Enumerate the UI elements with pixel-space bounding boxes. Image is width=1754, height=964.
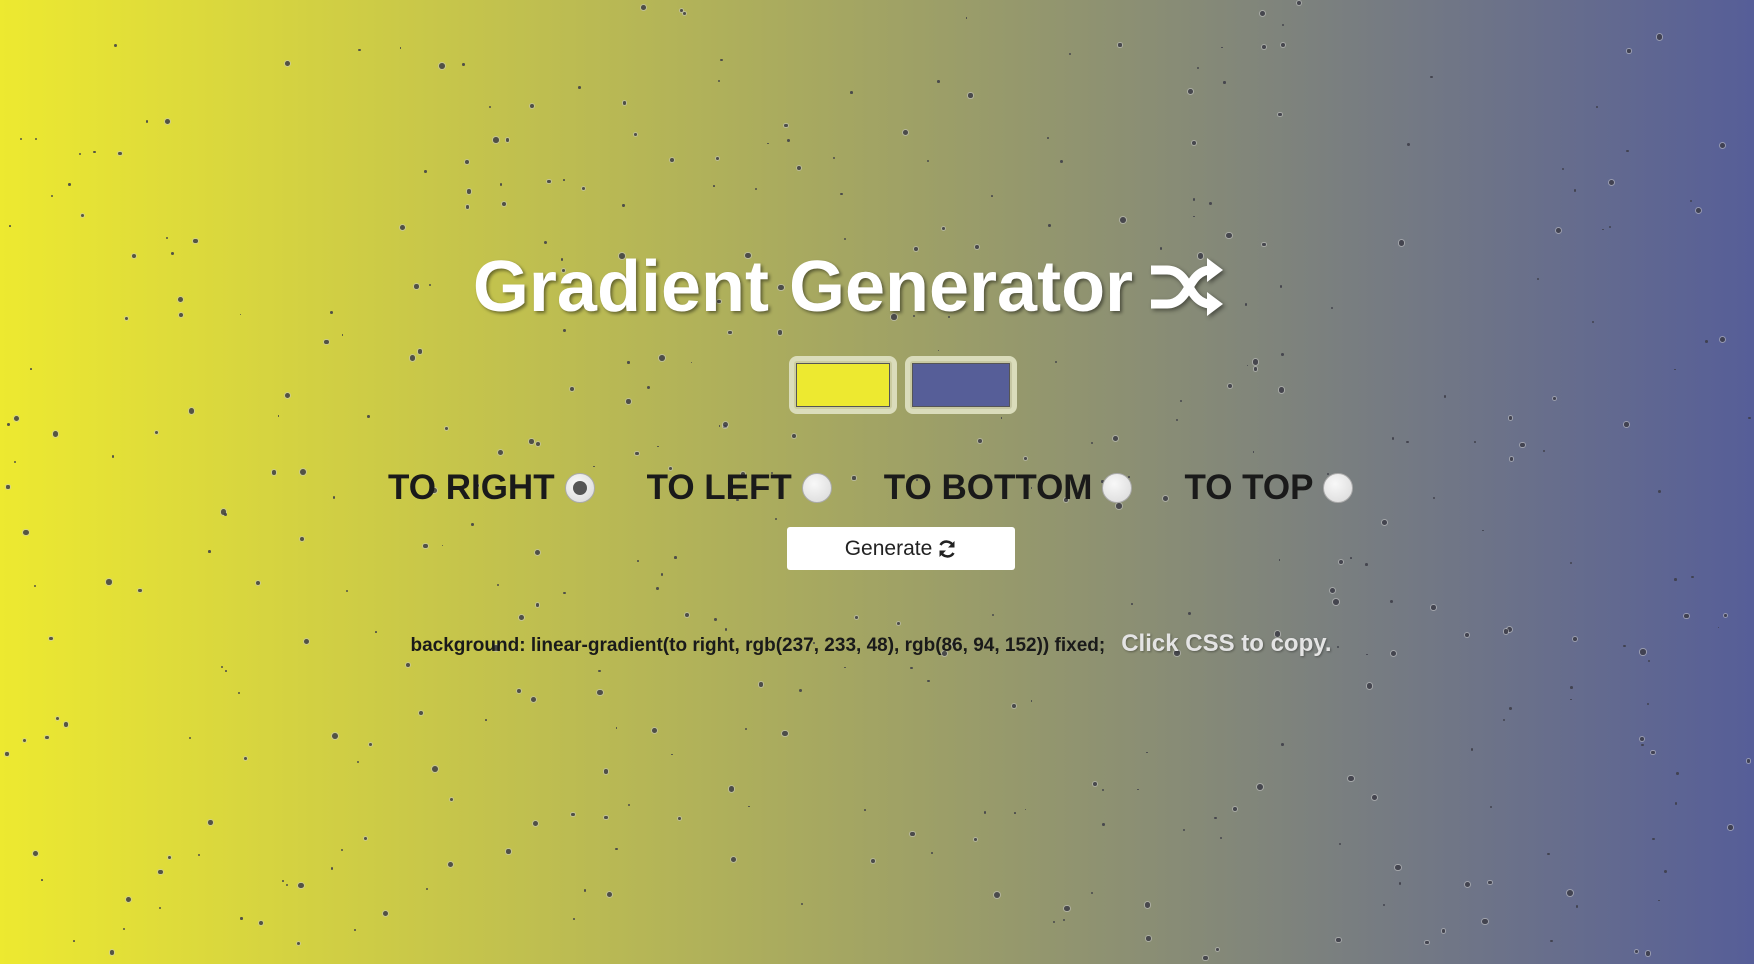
direction-option-to-left[interactable]: TO LEFT xyxy=(647,468,832,508)
refresh-icon xyxy=(939,539,955,558)
to-left-radio[interactable] xyxy=(801,473,832,503)
css-output-row: background: linear-gradient(to right, rg… xyxy=(0,630,1748,658)
direction-label: TO LEFT xyxy=(646,468,792,507)
shuffle-icon[interactable] xyxy=(1149,252,1225,322)
start-color-picker[interactable] xyxy=(789,356,897,414)
direction-label: TO TOP xyxy=(1184,468,1314,507)
generate-button[interactable]: Generate xyxy=(787,527,1015,570)
direction-options: TO RIGHT TO LEFT TO BOTTOM TO TOP xyxy=(388,466,1354,510)
to-bottom-radio[interactable] xyxy=(1102,473,1133,503)
css-output[interactable]: background: linear-gradient(to right, rg… xyxy=(411,635,1106,657)
direction-label: TO RIGHT xyxy=(388,468,555,507)
end-color-swatch xyxy=(912,363,1010,407)
app-container: Gradient Generator TO RIGHT TO LEFT TO B… xyxy=(0,0,1754,964)
direction-label: TO BOTTOM xyxy=(883,468,1093,507)
header: Gradient Generator xyxy=(0,246,1726,328)
direction-option-to-right[interactable]: TO RIGHT xyxy=(388,468,595,508)
direction-option-to-top[interactable]: TO TOP xyxy=(1184,468,1354,508)
start-color-swatch xyxy=(796,363,890,407)
color-pickers xyxy=(789,356,1017,414)
page-title: Gradient Generator xyxy=(472,247,1134,327)
to-right-radio[interactable] xyxy=(564,473,595,503)
end-color-picker[interactable] xyxy=(905,356,1017,414)
generate-button-label: Generate xyxy=(844,536,933,560)
to-top-radio[interactable] xyxy=(1323,473,1354,503)
direction-option-to-bottom[interactable]: TO BOTTOM xyxy=(884,468,1133,508)
copy-hint: Click CSS to copy. xyxy=(1121,630,1332,657)
